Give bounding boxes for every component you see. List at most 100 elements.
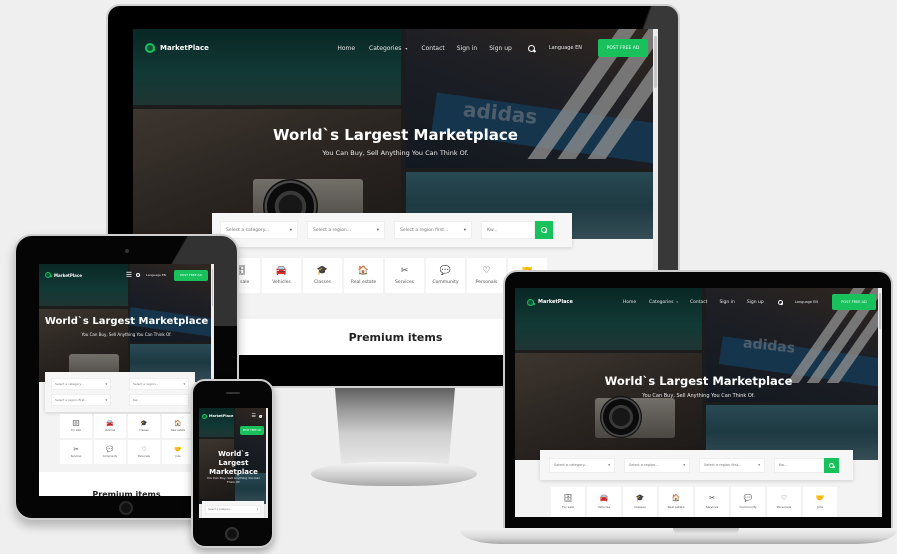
jobs-icon: 🤝 <box>815 494 825 502</box>
menu-icon[interactable]: ☰ <box>252 413 256 419</box>
phone-home-button[interactable] <box>225 527 239 541</box>
phone-screen: MarketPlace ☰ POST FREE AD World`s Large… <box>199 408 268 518</box>
hero-subtitle: You Can Buy, Sell Anything You Can Think… <box>642 393 755 399</box>
logo[interactable]: MarketPlace <box>45 272 82 278</box>
category-tile[interactable]: 🏠 Real estate <box>344 258 383 293</box>
category-tile[interactable]: 🗄 For sale <box>551 487 585 517</box>
chevron-down-icon: ▾ <box>676 300 678 304</box>
laptop-notch <box>673 528 739 534</box>
search-button[interactable] <box>535 221 553 239</box>
search-bar: Select a category... ▾ <box>202 501 264 518</box>
search-icon[interactable] <box>527 44 535 52</box>
language-selector[interactable]: Language EN <box>146 273 166 277</box>
hero-title: World`s Largest Marketplace <box>604 374 793 388</box>
search-button[interactable] <box>824 457 839 473</box>
category-tile[interactable]: 🤝Jobs <box>803 487 837 517</box>
category-tile[interactable]: 🗄 For sale <box>60 414 92 438</box>
hero-title: World`s Largest Marketplace <box>44 316 209 327</box>
scrollbar[interactable] <box>266 408 268 518</box>
post-ad-button[interactable]: POST FREE AD <box>832 294 876 310</box>
brand-name: MarketPlace <box>209 414 234 418</box>
post-ad-button[interactable]: POST FREE AD <box>174 269 208 281</box>
category-tile[interactable]: 🏠 Real estate <box>162 414 194 438</box>
nav-categories[interactable]: Categories <box>649 300 673 305</box>
category-tile[interactable]: 💬 Community <box>731 487 765 517</box>
nav-sign-up[interactable]: Sign up <box>747 300 764 305</box>
nav-categories[interactable]: Categories <box>369 45 401 52</box>
keyword-input[interactable]: Kw... <box>481 221 535 239</box>
subregion-select[interactable]: Select a region first... ▾ <box>699 457 765 473</box>
post-ad-button[interactable]: POST FREE AD <box>240 426 264 435</box>
search-icon[interactable] <box>136 273 141 277</box>
category-select[interactable]: Select a category... ▾ <box>205 505 261 514</box>
search-icon[interactable] <box>259 414 262 418</box>
brand-name: MarketPlace <box>538 299 573 305</box>
category-tile[interactable]: 💬 Community <box>94 440 126 464</box>
category-tile[interactable]: ♡ Personals <box>767 487 801 517</box>
category-tile[interactable]: 🎓 Classes <box>128 414 160 438</box>
for-sale-icon: 🗄 <box>72 419 80 427</box>
keyword-input[interactable]: Kw... <box>129 394 189 406</box>
category-select[interactable]: Select a category... ▾ <box>549 457 615 473</box>
category-tile[interactable]: ✂ Services <box>60 440 92 464</box>
category-tile[interactable]: 🏠 Real estate <box>659 487 693 517</box>
nav-home[interactable]: Home <box>623 300 636 305</box>
tablet-home-button[interactable] <box>119 501 133 515</box>
logo[interactable]: MarketPlace <box>202 413 234 419</box>
brand-name: MarketPlace <box>160 44 209 52</box>
region-select[interactable]: Select a region... ▾ <box>307 221 385 239</box>
monitor-stand-base <box>311 462 477 486</box>
navbar: MarketPlace ☰ Language EN POST FREE AD <box>39 268 214 282</box>
nav-contact[interactable]: Contact <box>421 45 444 52</box>
logo[interactable]: MarketPlace <box>527 298 573 306</box>
category-tile[interactable]: 🎓 Classes <box>623 487 657 517</box>
nav-home[interactable]: Home <box>337 45 355 52</box>
language-selector[interactable]: Language EN <box>795 300 818 304</box>
category-tile[interactable]: ♡ Personals <box>128 440 160 464</box>
chevron-down-icon: ▾ <box>405 45 408 51</box>
logo[interactable]: MarketPlace <box>145 43 209 53</box>
category-tile[interactable]: ✂ Services <box>695 487 729 517</box>
subregion-select[interactable]: Select a region first... ▾ <box>51 394 111 406</box>
logo-icon <box>202 413 207 419</box>
vehicle-icon: 🚘 <box>275 265 288 276</box>
category-tile[interactable]: 🎓 Classes <box>303 258 342 293</box>
region-select[interactable]: Select a region... ▾ <box>624 457 690 473</box>
language-selector[interactable]: Language EN <box>549 45 582 51</box>
category-tile[interactable]: 🚘 Vehicles <box>587 487 621 517</box>
jobs-icon: 🤝 <box>174 445 182 453</box>
category-tile[interactable]: ✂ Services <box>385 258 424 293</box>
search-bar: Select a category... ▾ Select a region...… <box>45 372 195 412</box>
category-tile[interactable]: 🚘 Vehicles <box>94 414 126 438</box>
community-icon: 💬 <box>439 265 452 276</box>
services-icon: ✂ <box>709 494 715 502</box>
post-ad-button[interactable]: POST FREE AD <box>598 39 648 57</box>
tablet-screen: MarketPlace ☰ Language EN POST FREE AD W… <box>39 264 214 496</box>
services-icon: ✂ <box>400 265 409 276</box>
hero-title: World`s Largest Marketplace <box>209 450 258 477</box>
nav-sign-in[interactable]: Sign in <box>719 300 734 305</box>
classes-icon: 🎓 <box>316 265 329 276</box>
community-icon: 💬 <box>106 445 114 453</box>
monitor-stand-neck <box>334 386 456 466</box>
category-select[interactable]: Select a category... ▾ <box>51 378 111 390</box>
nav-sign-up[interactable]: Sign up <box>489 45 512 52</box>
classes-icon: 🎓 <box>635 494 645 502</box>
menu-icon[interactable]: ☰ <box>126 271 132 279</box>
search-bar: Select a category... ▾ Select a region...… <box>212 213 572 247</box>
nav-contact[interactable]: Contact <box>690 300 708 305</box>
keyword-input[interactable]: Kw... <box>774 457 824 473</box>
subregion-select[interactable]: Select a region first... ▾ <box>394 221 472 239</box>
nav-sign-in[interactable]: Sign in <box>457 45 477 52</box>
search-bar: Select a category... ▾ Select a region...… <box>540 450 853 480</box>
classes-icon: 🎓 <box>140 419 148 427</box>
region-select[interactable]: Select a region... ▾ <box>129 378 189 390</box>
scrollbar[interactable] <box>878 288 882 517</box>
category-grid: 🗄 For sale 🚘 Vehicles 🎓 Classes 🏠 Real estat… <box>551 487 837 517</box>
category-tile[interactable]: 🚘 Vehicles <box>262 258 301 293</box>
heart-icon: ♡ <box>141 445 147 453</box>
real-estate-icon: 🏠 <box>671 494 681 502</box>
category-tile[interactable]: 🤝Jobs <box>162 440 194 464</box>
services-icon: ✂ <box>73 445 79 453</box>
search-icon[interactable] <box>777 299 783 305</box>
